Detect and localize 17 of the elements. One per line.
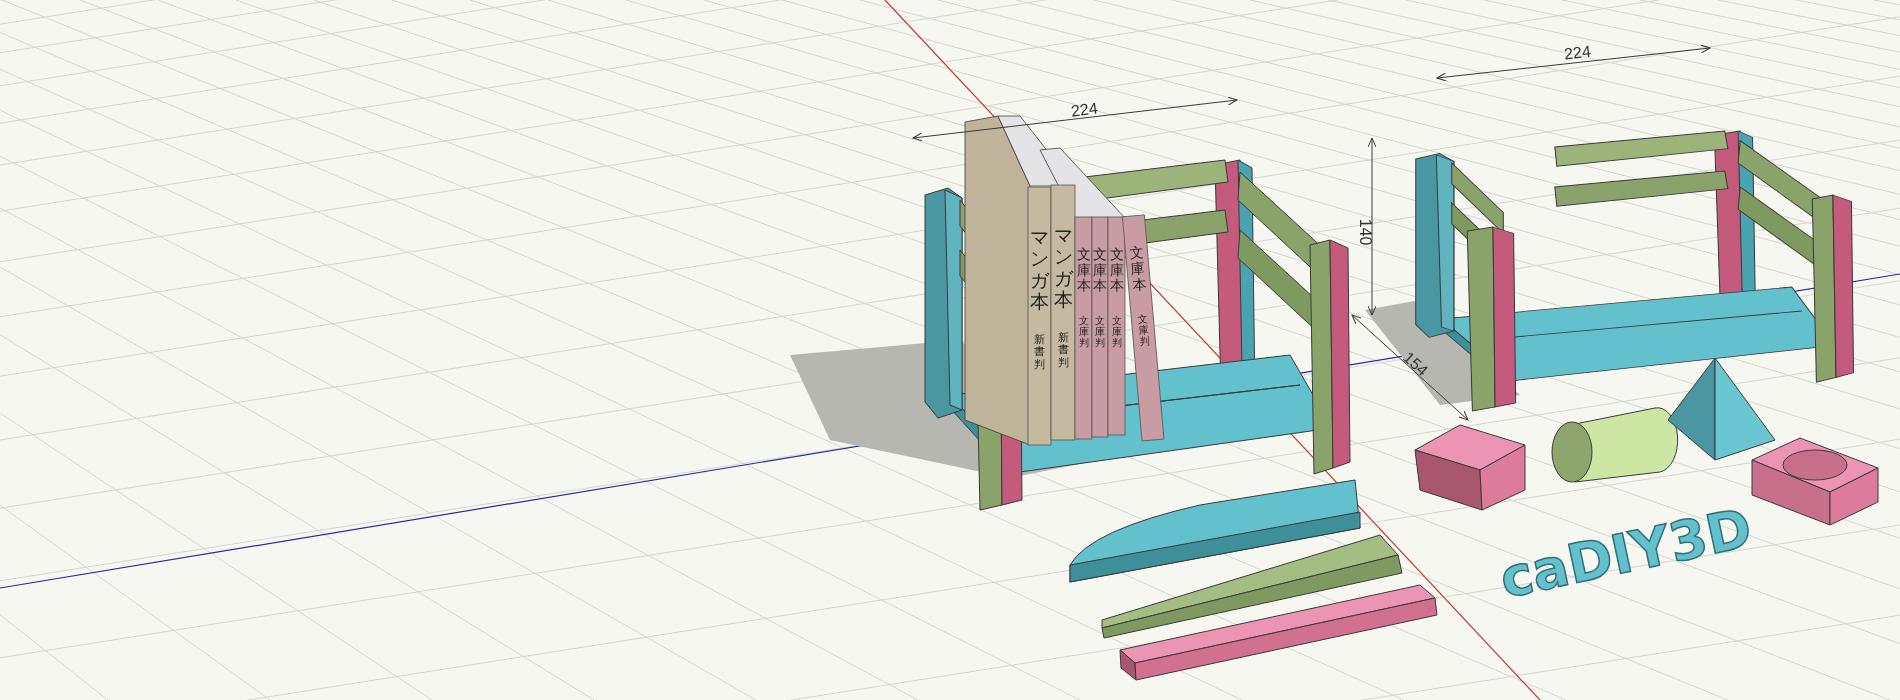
book-title: 文庫本 bbox=[1128, 244, 1147, 293]
logo-text: caDIY3D bbox=[1494, 496, 1757, 611]
book-format-label: 文庫判 bbox=[1111, 315, 1122, 349]
book-format-label: 新書判 bbox=[1034, 333, 1045, 370]
book-title: 文庫本 bbox=[1093, 246, 1107, 294]
dimension-label: 224 bbox=[1070, 99, 1099, 120]
book-title: マンガ本 bbox=[1053, 225, 1073, 310]
dimension-label: 140 bbox=[1357, 218, 1374, 246]
dimension-label: 154 bbox=[1400, 348, 1432, 380]
book-format-label: 新書判 bbox=[1057, 331, 1069, 368]
dimension-label: 224 bbox=[1563, 42, 1592, 63]
book-format-label: 文庫判 bbox=[1136, 313, 1150, 348]
book-title: 文庫本 bbox=[1109, 246, 1124, 294]
book-format-label: 文庫判 bbox=[1095, 315, 1105, 349]
book-title: マンガ本 bbox=[1030, 227, 1049, 312]
book-format-label: 文庫判 bbox=[1078, 315, 1089, 349]
book-title: 文庫本 bbox=[1076, 246, 1091, 294]
